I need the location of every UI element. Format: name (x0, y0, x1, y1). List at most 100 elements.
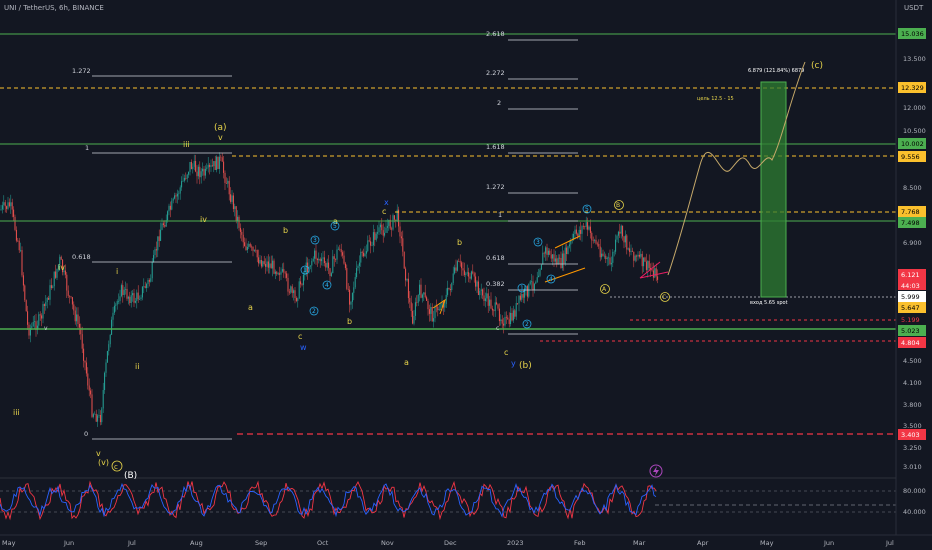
wave-c4: c (496, 325, 499, 332)
candle-series (0, 152, 659, 427)
svg-text:4.804: 4.804 (901, 339, 920, 347)
svg-text:2023: 2023 (507, 539, 524, 547)
svg-text:5: 5 (333, 223, 337, 230)
lightning-icon[interactable] (649, 464, 663, 478)
svg-text:Sep: Sep (255, 539, 267, 547)
wave-c-circle: c (114, 463, 118, 471)
fib-right-1618: 1.618 (486, 143, 505, 151)
svg-text:Dec: Dec (444, 539, 457, 547)
wave-ii: ii (135, 362, 139, 371)
time-axis[interactable]: May Jun Jul Aug Sep Oct Nov Dec 2023 Feb… (2, 539, 894, 547)
fib-left-0: 0 (84, 430, 88, 438)
target-text: цель 12.5 - 15 (697, 96, 734, 102)
wave-a1: a (248, 303, 253, 312)
wave-B-big: (B) (124, 471, 137, 481)
tick-12000: 12.000 (903, 104, 926, 112)
wave-c1: c (298, 332, 302, 341)
svg-text:44:03: 44:03 (901, 282, 920, 290)
wave-v-top: v (218, 133, 223, 142)
wave-y: y (511, 359, 516, 368)
svg-text:6.121: 6.121 (901, 271, 920, 279)
svg-text:Jul: Jul (127, 539, 136, 547)
fib-right-2272: 2.272 (486, 69, 505, 77)
svg-text:1: 1 (303, 267, 307, 274)
wave-w: w (300, 343, 307, 352)
tick-3010: 3.010 (903, 463, 922, 471)
target-box[interactable] (760, 81, 787, 298)
wave-b2: b (347, 317, 352, 326)
tick-4500: 4.500 (903, 357, 922, 365)
svg-text:7.498: 7.498 (901, 219, 920, 227)
fib-left (92, 75, 232, 440)
fib-right-0618: 0.618 (486, 254, 505, 262)
svg-text:10.002: 10.002 (901, 140, 924, 148)
svg-text:4: 4 (325, 282, 329, 289)
wave-c2: c (382, 207, 386, 216)
tick-13500: 13.500 (903, 55, 926, 63)
wave-a-top: (a) (214, 123, 227, 133)
svg-text:12.329: 12.329 (901, 84, 924, 92)
svg-text:1: 1 (520, 285, 524, 292)
tick-6900: 6.900 (903, 239, 922, 247)
tick-3800: 3.800 (903, 401, 922, 409)
svg-text:4: 4 (549, 276, 553, 283)
svg-text:2: 2 (312, 308, 316, 315)
rsi-tick-40: 40.000 (903, 508, 926, 516)
target-box-text: 6.879 (121.84%) 6879 (748, 68, 804, 74)
svg-text:Jun: Jun (63, 539, 74, 547)
wave-iii-top: iii (183, 140, 190, 149)
tick-3500: 3.500 (903, 422, 922, 430)
svg-text:3: 3 (313, 237, 317, 244)
wave-v-small: v (44, 325, 48, 332)
cyan-wave-numbers: 1 2 3 4 5 1 2 3 4 5 (300, 204, 592, 329)
svg-text:9.556: 9.556 (901, 153, 920, 161)
tick-4100: 4.100 (903, 379, 922, 387)
svg-text:A: A (602, 286, 607, 293)
fib-right-1: 1 (498, 211, 502, 219)
abc-labels: B A C (600, 200, 670, 302)
wave-iii-left: iii (13, 408, 20, 417)
svg-text:7.768: 7.768 (901, 208, 920, 216)
wave-iv-left: iv (58, 263, 65, 272)
svg-text:B: B (616, 202, 620, 209)
svg-text:5: 5 (585, 206, 589, 213)
wave-a3: a (404, 358, 409, 367)
fib-left-0618: 0.618 (72, 253, 91, 261)
entry-text: вход 5.65 spot (750, 300, 788, 306)
arrow-line (639, 261, 669, 279)
rsi-pane (0, 477, 896, 521)
fib-right-1272: 1.272 (486, 183, 505, 191)
fib-left-1272: 1.272 (72, 67, 91, 75)
svg-text:3: 3 (536, 239, 540, 246)
wave-c-big: (c) (811, 61, 823, 71)
fib-right-2618: 2.618 (486, 30, 505, 38)
svg-text:Feb: Feb (574, 539, 586, 547)
svg-text:Oct: Oct (317, 539, 329, 547)
fib-right-2: 2 (497, 99, 501, 107)
wave-c3: c (504, 348, 508, 357)
svg-text:5.199: 5.199 (901, 316, 920, 324)
svg-text:Aug: Aug (190, 539, 203, 547)
fib-right-0382: 0.382 (486, 280, 505, 288)
svg-text:5.023: 5.023 (901, 327, 920, 335)
svg-text:3.403: 3.403 (901, 431, 920, 439)
svg-text:May: May (760, 539, 774, 547)
tick-3250: 3.250 (903, 444, 922, 452)
chart-canvas[interactable]: 1.272 1 0.618 0 2.618 2.272 2 1.618 1.27… (0, 0, 932, 550)
wave-labels: (c) (a) v iii iv iv i ii iii v (v) c (B)… (13, 61, 823, 481)
wave-x: x (384, 198, 389, 207)
svg-text:2: 2 (525, 321, 529, 328)
svg-text:May: May (2, 539, 16, 547)
wave-v-paren: (v) (98, 458, 109, 467)
svg-text:Jun: Jun (823, 539, 834, 547)
svg-text:Mar: Mar (633, 539, 646, 547)
svg-text:5.647: 5.647 (901, 304, 920, 312)
tick-10500: 10.500 (903, 127, 926, 135)
wave-b-mid: (b) (519, 361, 532, 371)
rsi-tick-80: 80.000 (903, 487, 926, 495)
svg-text:Jul: Jul (885, 539, 894, 547)
svg-text:15.036: 15.036 (901, 30, 924, 38)
wave-i: i (116, 267, 118, 276)
wave-b1: b (283, 226, 288, 235)
wave-v-left: v (96, 449, 101, 458)
